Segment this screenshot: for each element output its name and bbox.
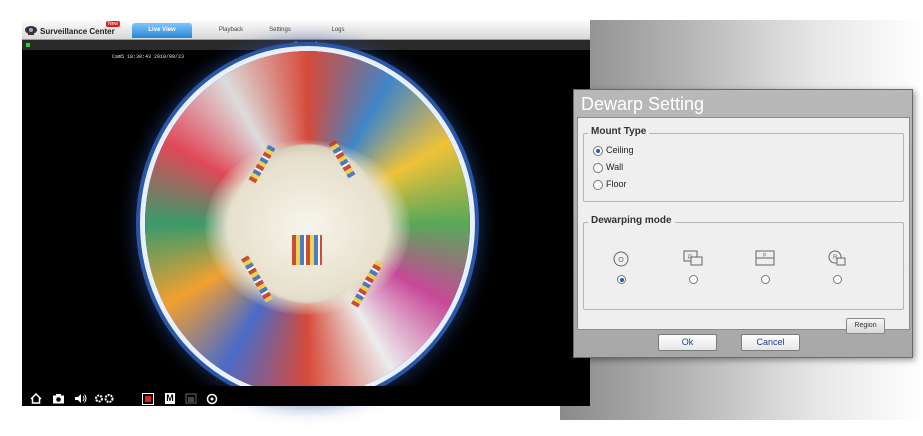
new-badge: New: [106, 21, 121, 27]
region-tooltip: Region: [846, 318, 885, 334]
fisheye-original-icon[interactable]: O: [610, 250, 632, 268]
mode-icon-letter: P: [688, 255, 692, 261]
mode-radio-double-panorama[interactable]: [761, 275, 770, 284]
window-icon[interactable]: [185, 393, 197, 404]
mount-type-legend: Mount Type: [588, 126, 650, 137]
dialog-title: Dewarp Setting: [581, 94, 705, 114]
mode-radio-original[interactable]: [617, 275, 626, 284]
camera-title: Camera1: [293, 42, 319, 48]
wall-radio[interactable]: [593, 163, 603, 173]
dialog-body: Mount Type Ceiling Wall Floor Dewarping …: [577, 117, 910, 334]
speaker-icon[interactable]: [74, 393, 87, 404]
settings-icon[interactable]: [94, 393, 116, 404]
mount-option-floor[interactable]: Floor: [593, 179, 673, 193]
camera-icon[interactable]: [52, 393, 65, 404]
ok-button[interactable]: Ok: [658, 334, 717, 351]
dewarping-mode-legend: Dewarping mode: [588, 215, 675, 226]
dewarp-setting-dialog: Dewarp Setting Mount Type Ceiling Wall F…: [573, 89, 913, 358]
mode-radio-region[interactable]: [833, 275, 842, 284]
surveillance-app-window: Surveillance Center New Live View Playba…: [22, 20, 590, 406]
floor-label: Floor: [606, 179, 627, 189]
tab-settings[interactable]: Settings: [250, 23, 310, 38]
fisheye-floor-area: [205, 140, 410, 315]
ceiling-radio[interactable]: [593, 146, 603, 156]
camera-status-indicator: [26, 43, 30, 47]
tab-logs[interactable]: Logs: [308, 23, 368, 38]
cancel-button[interactable]: Cancel: [741, 334, 800, 351]
video-timestamp: Cam5 18:30:43 2010/09/23: [112, 54, 185, 60]
camera-logo-icon: [25, 26, 37, 35]
ceiling-label: Ceiling: [606, 145, 634, 155]
panorama-icon[interactable]: P: [682, 249, 704, 267]
top-navigation-bar: Surveillance Center New Live View Playba…: [22, 20, 590, 40]
app-title: Surveillance Center: [40, 27, 115, 36]
floor-radio[interactable]: [593, 180, 603, 190]
dewarp-icon[interactable]: [206, 393, 218, 405]
mode-icon-letter: R: [833, 255, 838, 261]
double-panorama-icon[interactable]: P: [754, 249, 776, 267]
mode-icon-letter: O: [618, 257, 624, 264]
mount-option-ceiling[interactable]: Ceiling: [593, 145, 673, 159]
home-icon[interactable]: [30, 393, 42, 404]
mode-radio-panorama[interactable]: [689, 275, 698, 284]
motion-icon[interactable]: M: [165, 393, 175, 404]
wall-label: Wall: [606, 162, 624, 172]
region-icon[interactable]: R: [826, 249, 848, 267]
tab-live-view[interactable]: Live View: [132, 23, 192, 38]
center-display-stand: [292, 235, 322, 265]
mount-option-wall[interactable]: Wall: [593, 162, 673, 176]
camera-header: Camera1: [22, 40, 590, 50]
record-icon[interactable]: [142, 393, 154, 405]
